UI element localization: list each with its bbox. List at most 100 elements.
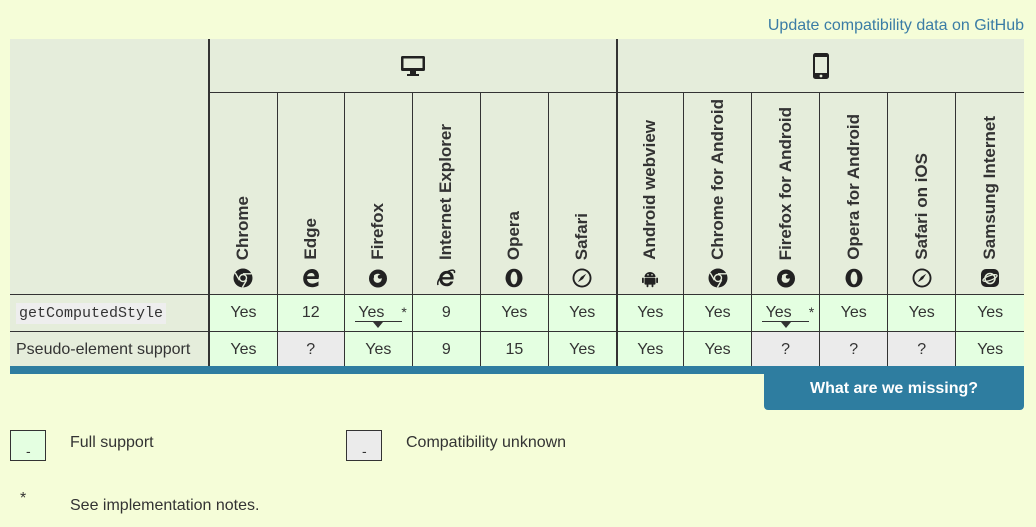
support-cell: ? xyxy=(819,331,888,369)
browser-header-inner: Safari xyxy=(549,93,616,294)
browser-name: Opera for Android xyxy=(843,114,863,260)
support-cell: Yes xyxy=(955,294,1024,332)
browser-name: Edge xyxy=(300,218,320,260)
support-value: Yes xyxy=(977,304,1004,321)
support-value: Yes xyxy=(977,341,1004,359)
browser-header: Safari on iOS xyxy=(887,92,956,295)
note-star-icon: * xyxy=(401,304,407,320)
opera-icon xyxy=(844,268,864,288)
legend-unknown-swatch-text: - xyxy=(362,443,367,459)
android-icon xyxy=(640,268,660,288)
browser-name: Safari xyxy=(572,212,592,260)
browser-header: Opera for Android xyxy=(819,92,888,295)
feature-label: Pseudo-element support xyxy=(16,341,191,359)
browser-name: Firefox xyxy=(368,203,388,260)
github-link[interactable]: Update compatibility data on GitHub xyxy=(768,17,1024,35)
support-value: ? xyxy=(781,341,791,359)
platform-mobile xyxy=(616,39,1024,93)
browser-name: Internet Explorer xyxy=(436,123,456,260)
support-cell: Yes xyxy=(819,294,888,332)
support-value: Yes xyxy=(230,304,257,321)
expand-chevron-icon[interactable] xyxy=(354,321,402,328)
safari-icon xyxy=(572,268,592,288)
support-value: Yes xyxy=(704,304,731,321)
browser-header-inner: Opera for Android xyxy=(820,93,887,294)
browser-header-inner: Opera xyxy=(481,93,548,294)
compat-table: Chrome Edge Firefox Internet Explorer Opera S… xyxy=(10,39,1024,369)
note-star-icon: * xyxy=(808,304,815,320)
feature-name: Pseudo-element support xyxy=(10,331,211,369)
browser-header: Safari xyxy=(547,92,617,295)
opera-icon xyxy=(504,268,524,288)
support-value: 12 xyxy=(301,304,320,321)
browser-name: Samsung Internet xyxy=(980,116,1000,260)
support-value: Yes xyxy=(637,341,664,359)
ie-icon xyxy=(436,268,456,288)
browser-header: Edge xyxy=(276,92,345,295)
platform-desktop xyxy=(209,39,618,93)
legend-unknown-label: Compatibility unknown xyxy=(406,434,567,451)
support-value: Yes xyxy=(765,304,792,321)
samsung-icon xyxy=(980,268,1000,288)
support-cell[interactable]: Yes * xyxy=(751,294,820,332)
support-value: ? xyxy=(849,341,859,359)
browser-name: Firefox for Android xyxy=(775,106,795,260)
mobile-icon xyxy=(812,52,829,79)
support-value: Yes xyxy=(840,304,867,321)
support-value: Yes xyxy=(908,304,935,321)
browser-header-inner: Firefox xyxy=(345,93,412,294)
browser-header: Chrome for Android xyxy=(683,92,752,295)
support-value: 15 xyxy=(505,341,524,359)
support-cell: ? xyxy=(276,331,345,369)
support-cell: Yes xyxy=(887,294,956,332)
table-corner xyxy=(10,39,211,295)
browser-header: Firefox xyxy=(343,92,413,295)
support-value: Yes xyxy=(358,304,385,321)
what-are-we-missing-button[interactable]: What are we missing? xyxy=(764,374,1024,410)
browser-header: Chrome xyxy=(209,92,278,295)
browser-name: Chrome for Android xyxy=(707,99,727,260)
chrome-icon xyxy=(708,268,728,288)
legend-star-icon: * xyxy=(20,490,27,507)
browser-header-inner: Android webview xyxy=(618,93,684,294)
support-value: ? xyxy=(306,341,316,359)
browser-header-inner: Chrome xyxy=(210,93,277,294)
browser-name: Android webview xyxy=(640,120,660,260)
support-cell: Yes xyxy=(615,331,684,369)
browser-header-inner: Edge xyxy=(278,93,344,294)
browser-header-inner: Safari on iOS xyxy=(888,93,955,294)
chrome-icon xyxy=(233,268,253,288)
table-row: getComputedStyle Yes 12 Yes * 9 Yes Yes Yes Yes Ye… xyxy=(10,294,1024,332)
support-cell: Yes xyxy=(479,294,549,332)
support-cell: Yes xyxy=(615,294,684,332)
support-value: Yes xyxy=(637,304,664,321)
browser-name: Opera xyxy=(504,210,524,260)
browser-header-inner: Firefox for Android xyxy=(752,93,819,294)
browser-header: Opera xyxy=(479,92,549,295)
browser-header: Internet Explorer xyxy=(411,92,481,295)
support-cell[interactable]: Yes * xyxy=(343,294,413,332)
support-cell: ? xyxy=(887,331,956,369)
browser-name: Safari on iOS xyxy=(911,153,931,260)
support-value: 9 xyxy=(441,304,451,321)
support-cell: Yes xyxy=(343,331,413,369)
table-row: Pseudo-element support Yes? Yes 9 15 Yes Yes Ye… xyxy=(10,331,1024,369)
support-value: Yes xyxy=(365,341,392,359)
expand-chevron-icon[interactable] xyxy=(762,321,810,328)
support-cell: Yes xyxy=(683,294,752,332)
table-footer-bar xyxy=(10,366,1024,374)
browser-header: Samsung Internet xyxy=(955,92,1024,295)
support-cell: Yes xyxy=(547,331,617,369)
firefox-icon xyxy=(368,268,388,288)
edge-icon xyxy=(301,268,321,288)
support-value: 9 xyxy=(441,341,451,359)
firefox-icon xyxy=(776,268,796,288)
browser-header-inner: Internet Explorer xyxy=(413,93,480,294)
legend-unknown-swatch: - xyxy=(346,430,382,461)
support-cell: 12 xyxy=(276,294,345,332)
compat-table-wrapper: Chrome Edge Firefox Internet Explorer Opera S… xyxy=(10,39,1024,369)
support-value: ? xyxy=(917,341,927,359)
support-cell: 9 xyxy=(411,331,481,369)
legend-full-support-label: Full support xyxy=(70,434,154,451)
safari-icon xyxy=(912,268,932,288)
